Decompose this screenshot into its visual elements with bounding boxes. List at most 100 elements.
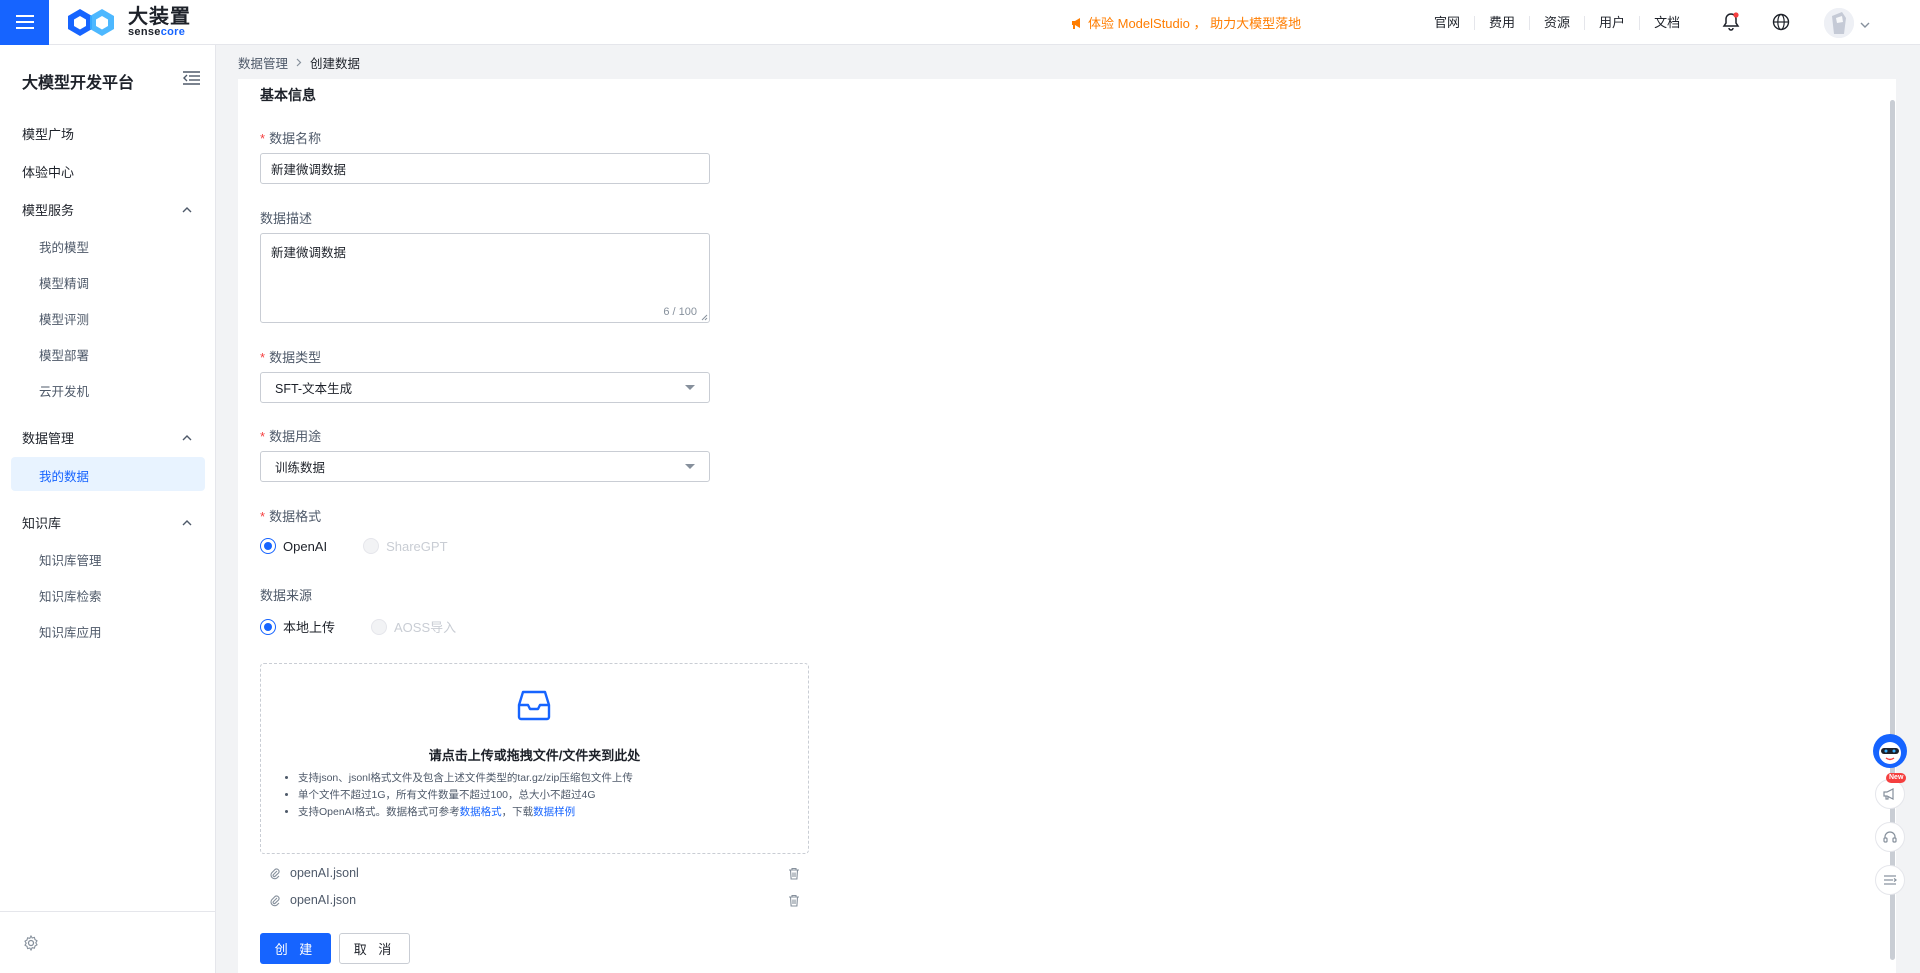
type-select-value: SFT-文本生成 [275,382,353,396]
sidebar-item-kb-mgmt[interactable]: 知识库管理 [39,550,102,569]
globe-icon [1772,13,1790,31]
breadcrumb-parent[interactable]: 数据管理 [238,53,288,72]
sidebar-item-cloud-dev[interactable]: 云开发机 [39,381,89,400]
type-label: * 数据类型 [260,350,322,365]
create-button[interactable]: 创 建 [260,933,331,964]
language-button[interactable] [1772,13,1790,34]
source-radio-aoss: AOSS导入 [371,617,456,636]
sidebar-item-experience[interactable]: 体验中心 [22,162,74,181]
upload-title: 请点击上传或拖拽文件/文件夹到此处 [428,748,641,763]
nav-docs[interactable]: 文档 [1640,15,1694,30]
sidebar-collapse-button[interactable] [183,71,200,88]
menu-button[interactable] [0,0,49,45]
chevron-up-icon [182,207,192,213]
sidebar-item-kb-search[interactable]: 知识库检索 [39,586,102,605]
name-input-value: 新建微调数据 [271,163,347,177]
nav-official-site[interactable]: 官网 [1420,15,1476,30]
inbox-icon [517,690,551,721]
format-radio-group: OpenAI ShareGPT [260,538,484,554]
data-sample-link[interactable]: 数据样例 [533,806,575,818]
megaphone-icon [1072,17,1080,29]
bell-icon [1722,12,1740,31]
sidebar-title: 大模型开发平台 [22,75,135,92]
format-label: * 数据格式 [260,509,322,524]
user-avatar[interactable] [1824,8,1854,38]
format-radio-sharegpt: ShareGPT [363,538,448,554]
sidebar-item-my-model[interactable]: 我的模型 [39,237,89,256]
sidebar-group-model-service[interactable]: 模型服务 [22,200,192,219]
cancel-button[interactable]: 取 消 [339,933,410,964]
source-radio-local[interactable]: 本地上传 [260,617,335,636]
data-format-link[interactable]: 数据格式 [460,806,502,818]
caret-down-icon [685,385,695,390]
char-counter: 6 / 100 [663,306,697,318]
chevron-right-icon [296,58,302,67]
megaphone-icon [1883,788,1894,800]
menu-fold-icon [183,71,200,85]
source-radio-group: 本地上传 AOSS导入 [260,617,492,636]
assistant-avatar-button[interactable] [1873,734,1907,768]
headset-icon [1883,831,1897,843]
chevron-down-icon [1860,22,1870,28]
type-select[interactable]: SFT-文本生成 [260,372,710,403]
required-mark: * [260,350,266,365]
gear-icon[interactable] [23,935,39,951]
chevron-up-icon [182,435,192,441]
paperclip-icon [270,894,280,906]
announcement-button[interactable] [1875,779,1905,809]
sidebar-item-deploy[interactable]: 模型部署 [39,345,89,364]
usage-label: * 数据用途 [260,429,322,444]
section-title: 基本信息 [260,87,316,103]
description-textarea[interactable]: 新建微调数据 6 / 100 [260,233,710,323]
file-name: openAI.jsonl [290,866,359,880]
robot-assistant-icon [1879,742,1901,764]
source-label: 数据来源 [260,588,313,603]
upload-tip: 支持json、jsonl格式文件及包含上述文件类型的tar.gz/zip压缩包文… [298,770,633,787]
sidebar-group-label: 模型服务 [22,203,75,218]
promo-banner[interactable]: 体验 ModelStudio ， 助力大模型落地 [1070,13,1301,32]
resize-handle-icon[interactable] [701,314,708,321]
radio-dot [260,618,276,635]
notification-button[interactable] [1722,12,1740,35]
logo[interactable]: 大装置 sensecore [66,7,191,38]
nav-resources[interactable]: 资源 [1530,15,1586,30]
sidebar-item-evaluation[interactable]: 模型评测 [39,309,89,328]
nav-billing[interactable]: 费用 [1475,15,1531,30]
top-nav: 官网 费用 资源 用户 文档 [1420,0,1694,45]
sidebar-item-my-data[interactable]: 我的数据 [11,457,205,491]
sidebar: 大模型开发平台 模型广场 体验中心 模型服务 我的模型 模型精调 模型评测 模型… [0,45,216,973]
new-badge: New [1886,773,1907,783]
required-mark: * [260,429,266,444]
name-input[interactable]: 新建微调数据 [260,153,710,184]
name-label: * 数据名称 [260,131,322,146]
logo-subtitle: sensecore [128,25,186,38]
more-tools-button[interactable] [1875,865,1905,895]
promo-text: 体验 ModelStudio ， 助力大模型落地 [1088,16,1302,31]
hamburger-icon [15,15,34,29]
user-menu-toggle[interactable] [1860,17,1870,32]
usage-select[interactable]: 训练数据 [260,451,710,482]
delete-icon[interactable] [788,894,800,907]
file-item: openAI.jsonl [270,866,800,880]
usage-select-value: 训练数据 [275,461,326,475]
sidebar-group-label: 数据管理 [22,431,75,446]
sensecore-logo-icon [68,9,114,36]
file-name: openAI.json [290,893,357,907]
sidebar-item-kb-app[interactable]: 知识库应用 [39,622,102,641]
logo-title: 大装置 [128,5,191,28]
upload-dropzone[interactable]: 请点击上传或拖拽文件/文件夹到此处 支持json、jsonl格式文件及包含上述文… [260,663,809,854]
paperclip-icon [270,867,280,879]
nav-users[interactable]: 用户 [1585,15,1641,30]
sidebar-group-label: 知识库 [22,516,62,531]
customer-service-button[interactable] [1875,822,1905,852]
format-radio-openai[interactable]: OpenAI [260,538,327,554]
sidebar-group-knowledge[interactable]: 知识库 [22,513,192,532]
sidebar-group-data-mgmt[interactable]: 数据管理 [22,428,192,447]
caret-down-icon [685,464,695,469]
sidebar-item-model-square[interactable]: 模型广场 [22,124,74,143]
top-bar: 大装置 sensecore 体验 ModelStudio ， 助力大模型落地 官… [0,0,1920,45]
chevron-up-icon [182,520,192,526]
sidebar-item-fine-tune[interactable]: 模型精调 [39,273,89,292]
radio-dot [260,538,276,554]
delete-icon[interactable] [788,867,800,880]
